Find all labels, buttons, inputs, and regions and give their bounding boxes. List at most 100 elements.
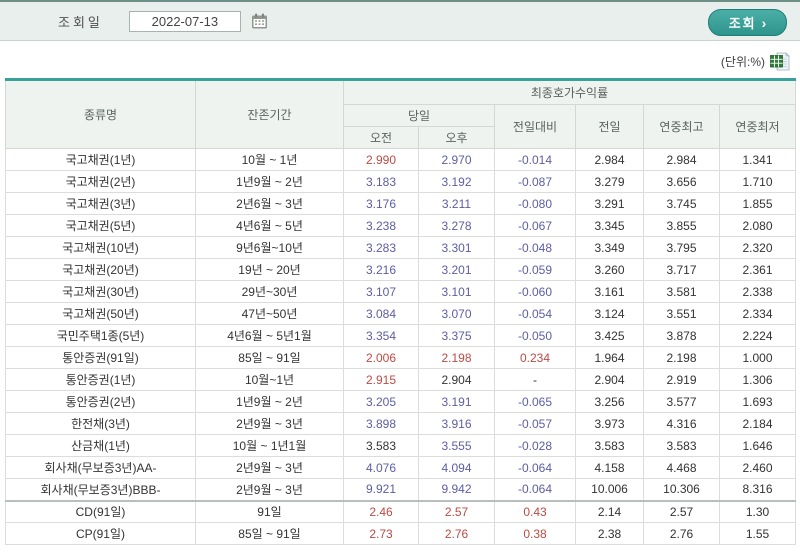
col-header-pm: 오후 <box>418 126 495 149</box>
cell-type: 국고채권(30년) <box>5 280 196 303</box>
cell-pm: 4.094 <box>418 456 495 479</box>
date-label: 조회일 <box>58 14 103 30</box>
cell-prev: 4.158 <box>575 456 644 479</box>
cell-year-high: 4.468 <box>643 456 720 479</box>
table-row: 한전채(3년) 2년9월 ~ 3년 3.898 3.916 -0.057 3.973 4.3… <box>5 412 796 435</box>
cell-pm: 2.198 <box>418 346 495 369</box>
cell-am: 3.898 <box>343 412 419 435</box>
cell-year-high: 2.984 <box>643 148 720 171</box>
table-row: 국민주택1종(5년) 4년6월 ~ 5년1월 3.354 3.375 -0.050 3.4… <box>5 324 796 347</box>
excel-export-button[interactable] <box>770 51 790 71</box>
search-button[interactable]: 조회 › <box>708 9 787 36</box>
cell-am: 2.915 <box>343 368 419 391</box>
cell-type: CD(91일) <box>5 499 196 523</box>
date-input[interactable] <box>128 10 241 32</box>
col-header-yield-group: 최종호가수익률 <box>343 79 796 105</box>
cell-year-low: 2.460 <box>719 456 796 479</box>
table-row: 국고채권(50년) 47년~50년 3.084 3.070 -0.054 3.124 3.5… <box>5 302 796 325</box>
cell-year-low: 1.000 <box>719 346 796 369</box>
cell-change: 0.43 <box>494 499 576 523</box>
cell-maturity: 47년~50년 <box>195 302 344 325</box>
cell-maturity: 19년 ~ 20년 <box>195 258 344 281</box>
cell-type: 국고채권(5년) <box>5 214 196 237</box>
col-header-change: 전일대비 <box>494 104 576 149</box>
col-header-prev: 전일 <box>575 104 644 149</box>
cell-year-high: 3.551 <box>643 302 720 325</box>
cell-am: 2.46 <box>343 499 419 523</box>
cell-type: 회사채(무보증3년)BBB- <box>5 478 196 501</box>
cell-year-high: 4.316 <box>643 412 720 435</box>
cell-am: 3.107 <box>343 280 419 303</box>
cell-year-high: 3.581 <box>643 280 720 303</box>
yield-table: 종류명 잔존기간 최종호가수익률 당일 전일대비 전일 연중최고 연중최저 오전… <box>5 78 796 545</box>
unit-label: (단위:%) <box>720 54 765 69</box>
cell-type: 통안증권(91일) <box>5 346 196 369</box>
cell-prev: 3.279 <box>575 170 644 193</box>
toolbar: 조회일 조회 › <box>0 0 800 41</box>
cell-change: 0.38 <box>494 522 576 545</box>
cell-year-low: 2.361 <box>719 258 796 281</box>
table-row: 국고채권(5년) 4년6월 ~ 5년 3.238 3.278 -0.067 3.345 3.… <box>5 214 796 237</box>
calendar-icon-button[interactable] <box>251 13 269 30</box>
cell-am: 2.006 <box>343 346 419 369</box>
cell-prev: 3.260 <box>575 258 644 281</box>
cell-change: 0.234 <box>494 346 576 369</box>
cell-maturity: 85일 ~ 91일 <box>195 522 344 545</box>
cell-pm: 3.192 <box>418 170 495 193</box>
cell-change: -0.080 <box>494 192 576 215</box>
chevron-right-icon: › <box>761 14 767 31</box>
cell-am: 4.076 <box>343 456 419 479</box>
cell-prev: 3.161 <box>575 280 644 303</box>
cell-year-high: 3.855 <box>643 214 720 237</box>
col-header-am: 오전 <box>343 126 419 149</box>
cell-type: 국민주택1종(5년) <box>5 324 196 347</box>
cell-year-high: 10.306 <box>643 478 720 501</box>
cell-prev: 3.349 <box>575 236 644 259</box>
cell-pm: 2.76 <box>418 522 495 545</box>
yield-table-wrap: 종류명 잔존기간 최종호가수익률 당일 전일대비 전일 연중최고 연중최저 오전… <box>5 78 796 545</box>
cell-am: 3.176 <box>343 192 419 215</box>
cell-am: 3.205 <box>343 390 419 413</box>
cell-change: -0.014 <box>494 148 576 171</box>
cell-am: 2.73 <box>343 522 419 545</box>
cell-am: 3.183 <box>343 170 419 193</box>
table-row: CP(91일) 85일 ~ 91일 2.73 2.76 0.38 2.38 2.76 1.55 <box>5 522 796 545</box>
cell-change: -0.054 <box>494 302 576 325</box>
cell-year-low: 2.320 <box>719 236 796 259</box>
cell-type: 통안증권(2년) <box>5 390 196 413</box>
col-header-year-high: 연중최고 <box>643 104 720 149</box>
cell-prev: 3.291 <box>575 192 644 215</box>
calendar-icon <box>252 13 268 29</box>
cell-am: 2.990 <box>343 148 419 171</box>
cell-year-low: 1.55 <box>719 522 796 545</box>
cell-change: -0.060 <box>494 280 576 303</box>
cell-change: -0.059 <box>494 258 576 281</box>
cell-maturity: 9년6월~10년 <box>195 236 344 259</box>
cell-am: 3.283 <box>343 236 419 259</box>
cell-prev: 3.345 <box>575 214 644 237</box>
cell-type: 국고채권(1년) <box>5 148 196 171</box>
table-row: 산금채(1년) 10월 ~ 1년1월 3.583 3.555 -0.028 3.583 3.… <box>5 434 796 457</box>
cell-change: -0.087 <box>494 170 576 193</box>
cell-year-high: 2.198 <box>643 346 720 369</box>
cell-pm: 3.191 <box>418 390 495 413</box>
cell-maturity: 85일 ~ 91일 <box>195 346 344 369</box>
table-row: 회사채(무보증3년)BBB- 2년9월 ~ 3년 9.921 9.942 -0.064 1… <box>5 478 796 501</box>
cell-year-high: 3.795 <box>643 236 720 259</box>
cell-year-high: 2.76 <box>643 522 720 545</box>
cell-type: 국고채권(10년) <box>5 236 196 259</box>
table-row: 국고채권(20년) 19년 ~ 20년 3.216 3.201 -0.059 3.260 3… <box>5 258 796 281</box>
cell-change: -0.057 <box>494 412 576 435</box>
cell-maturity: 91일 <box>195 499 344 523</box>
cell-year-high: 2.57 <box>643 499 720 523</box>
cell-year-high: 3.745 <box>643 192 720 215</box>
cell-pm: 3.278 <box>418 214 495 237</box>
cell-pm: 3.555 <box>418 434 495 457</box>
cell-year-high: 3.717 <box>643 258 720 281</box>
search-button-label: 조회 <box>728 16 757 31</box>
cell-year-high: 2.919 <box>643 368 720 391</box>
cell-year-low: 1.646 <box>719 434 796 457</box>
cell-type: 국고채권(20년) <box>5 258 196 281</box>
cell-year-low: 2.338 <box>719 280 796 303</box>
cell-prev: 2.38 <box>575 522 644 545</box>
